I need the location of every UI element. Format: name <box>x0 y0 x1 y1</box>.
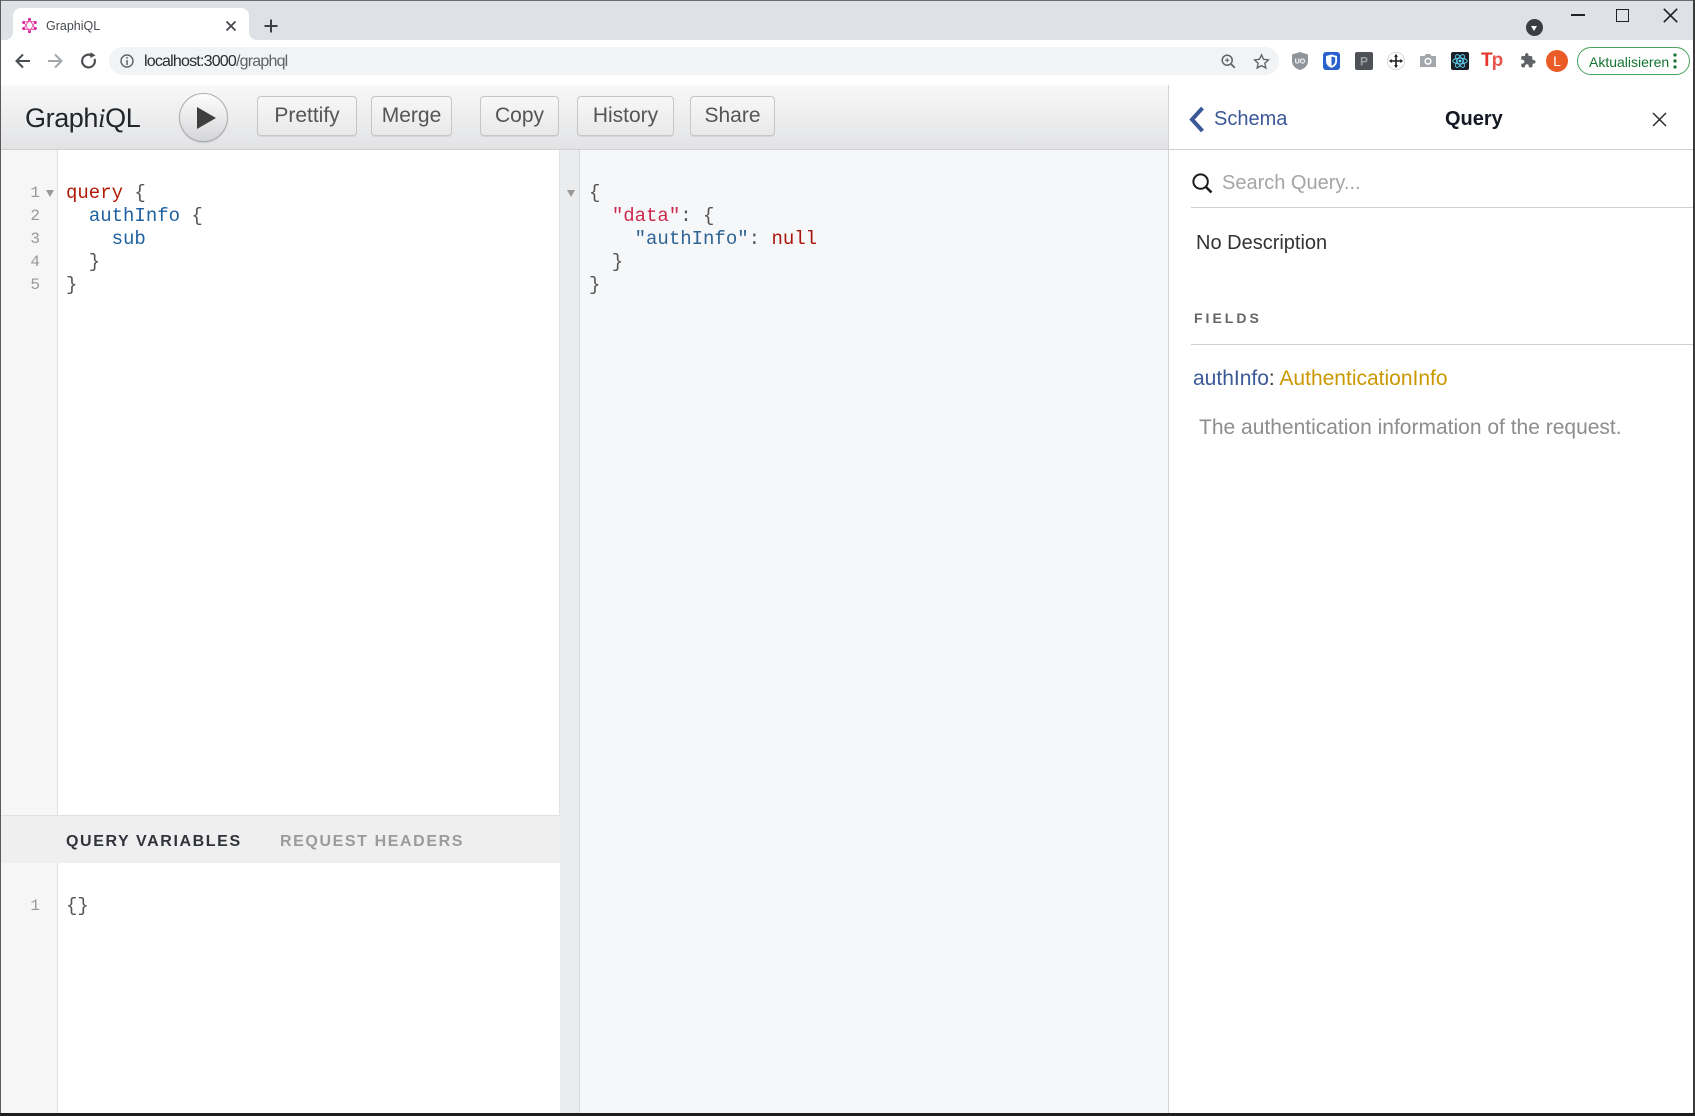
svg-text:UO: UO <box>1295 59 1306 66</box>
svg-text:P: P <box>1360 55 1368 69</box>
